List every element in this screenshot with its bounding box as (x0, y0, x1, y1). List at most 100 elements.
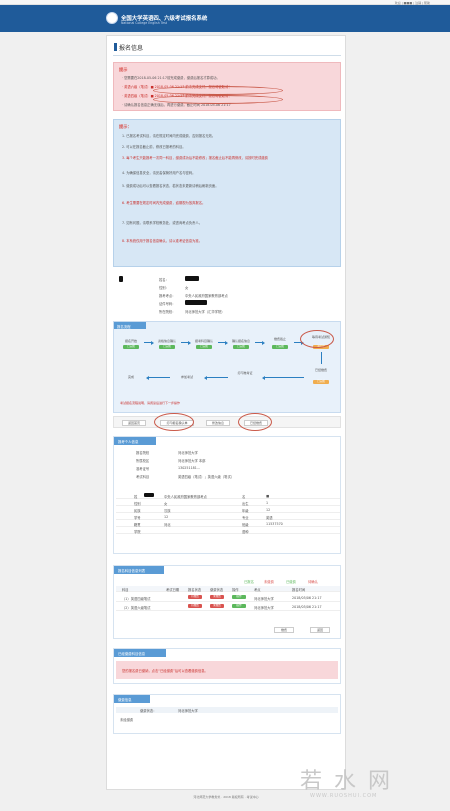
grid-value: 河北 (164, 523, 171, 527)
column-header: 操作 (232, 588, 239, 592)
highlight-oval (154, 413, 194, 431)
tips-title: 提示： (119, 124, 132, 129)
profile-value: 女 (185, 286, 189, 290)
subject-name: （1）英语四级笔试 (122, 597, 151, 601)
watermark-sub: WWW.RUOSHUI.COM (310, 793, 378, 799)
tip-line: 7. 如有问题，请联系学校教务处，或咨询考点负责人。 (122, 221, 203, 225)
arrow-icon (262, 375, 304, 380)
grid-label: 年级 (242, 509, 249, 513)
site-header: 全国大学英语四、六级考试报名系统 National College Englis… (0, 5, 450, 32)
flow-node: 确认报名信息 (231, 339, 250, 343)
tip-line: 3. 每个考生只能报考一次同一科目，缴费成功后不能修改；报名截止后不能再修改，请… (122, 156, 268, 160)
operate-button[interactable]: 操作 (232, 595, 246, 599)
grid-label: 名 (242, 495, 246, 499)
redacted-id (185, 300, 207, 305)
site-subtitle: National College English Test (121, 21, 167, 25)
flow-node: 完成 (127, 375, 134, 379)
column-header: 考点 (254, 588, 261, 592)
arrow-icon (255, 340, 265, 345)
action-bar: 返回首页 打印报名确认单 修改信息 已经缴费 (113, 416, 341, 428)
main-panel: 报名信息 提示 · 您需要在2018-05-06 21:17前完成缴费，缴费后报… (106, 35, 346, 790)
grid-label: 班级 (242, 523, 249, 527)
status-badge: 未缴费 (210, 595, 224, 599)
auth-note: 未经缴费 (120, 718, 134, 722)
arrow-icon (144, 340, 154, 345)
arrow-icon (321, 352, 322, 364)
pay-button[interactable]: 缴费 (274, 627, 294, 633)
grid-label: 民族 (134, 509, 141, 513)
logo-icon (106, 12, 118, 24)
home-button[interactable]: 返回首页 (122, 420, 146, 426)
highlight-oval (153, 95, 283, 104)
flow-status: 已完成 (196, 345, 212, 349)
info-label: 报名院校 (136, 451, 150, 455)
grid-label: 学号 (134, 516, 141, 520)
auth-title: 缴费信息 (114, 695, 150, 703)
legend-paid: 已缴费 (286, 580, 296, 584)
top-links[interactable]: 欢迎 | ■■■ | 注销 | 帮助 (395, 1, 430, 5)
highlight-oval (238, 413, 272, 431)
grid-label: 语种 (242, 530, 249, 534)
info-value: 河北师范大学 本部 (178, 459, 206, 463)
legend-unpaid: 未缴费 (264, 580, 274, 584)
flow-node: 资格信息确认 (157, 339, 176, 343)
column-header: 科目 (122, 588, 129, 592)
grid-value: 12 (164, 515, 169, 519)
paid-section: 已经缴费科目信息 您的报名费已缴纳，点击“已经缴费”后可以查看缴费信息。 (113, 648, 341, 684)
info-value: 130251181... (178, 466, 201, 470)
grid-value: 中央人民政府国家教育部考点 (164, 495, 207, 499)
arrow-icon (181, 340, 191, 345)
grid-value: 汉族 (164, 509, 171, 513)
column-header: 报名状态 (188, 588, 202, 592)
notice-line: · 您需要在2018-05-06 21:17前完成缴费，缴费后报名才算成功。 (122, 76, 220, 80)
enroll-time: 2018/05/06 21:17 (292, 605, 322, 609)
tip-line: 6. 考生需要在规定时间内完成缴费，逾期视为放弃报名。 (122, 201, 206, 205)
personal-section: 报考个人信息 报名院校 河北师范大学 所属校区 河北师范大学 本部 准考证号 1… (113, 436, 341, 554)
grid-label: 籍贯 (134, 523, 141, 527)
flow-node: 报考科目确认 (194, 339, 213, 343)
profile-label: 报考考点： (159, 294, 176, 298)
grid-value: ■ (266, 494, 270, 498)
grid-value: 1 (266, 501, 269, 505)
grid-label: 专业 (242, 516, 249, 520)
grid-value: 女 (164, 502, 168, 506)
flow-status: 已完成 (233, 345, 249, 349)
tip-line: 4. 为确保信息安全，请妥善保管好用户名与密码。 (122, 171, 196, 175)
grid-label: 出生 (242, 502, 249, 506)
exam-site: 河北师范大学 (254, 606, 274, 610)
info-row: 姓 中央人民政府国家教育部考点 名 ■ (116, 493, 340, 499)
column-header: 考试日期 (166, 588, 180, 592)
tips-box: 提示： 1. 已报名考试科目，请在规定时间内完成缴费，否则报名无效。 2. 可以… (113, 119, 341, 267)
tip-line: 1. 已报名考试科目，请在规定时间内完成缴费，否则报名无效。 (122, 134, 216, 138)
redacted-value (144, 493, 154, 497)
flow-node: 报名开始 (124, 339, 137, 343)
divider (113, 55, 341, 56)
profile-label: 性别： (159, 286, 169, 290)
operate-button[interactable]: 操作 (232, 604, 246, 608)
flow-node: 已经缴费 (314, 368, 327, 372)
notice-title: 提示 (119, 67, 128, 72)
photo-placeholder (119, 276, 123, 282)
profile-label: 姓名： (159, 278, 169, 282)
column-header: 缴费状态 (210, 588, 224, 592)
info-label: 准考证号 (136, 467, 150, 471)
flow-status: 已完成 (159, 345, 175, 349)
grid-label: 性别 (134, 502, 141, 506)
flow-status: 已完成 (272, 345, 288, 349)
watermark: 若水网 (300, 769, 403, 794)
flow-status: 已完成 (123, 345, 139, 349)
exam-site: 河北师范大学 (254, 597, 274, 601)
profile-value: 河北师范大学（汇华学院） (185, 310, 225, 314)
arrow-icon (204, 375, 228, 380)
profile-label: 证件号码： (159, 302, 176, 306)
column-header: 报名时间 (292, 588, 306, 592)
info-value: 河北师范大学 (178, 451, 198, 455)
legend-pending: 待确认 (308, 580, 318, 584)
edit-button[interactable]: 修改信息 (206, 420, 230, 426)
info-row: 民族 汉族 年级 12 (116, 507, 340, 513)
back-button[interactable]: 返回 (310, 627, 330, 633)
paid-title: 已经缴费科目信息 (114, 649, 166, 657)
info-row: 学院 语种 (116, 528, 340, 534)
subjects-title: 报名科目信息列表 (114, 566, 164, 574)
legend-enrolled: 已报名 (244, 580, 254, 584)
